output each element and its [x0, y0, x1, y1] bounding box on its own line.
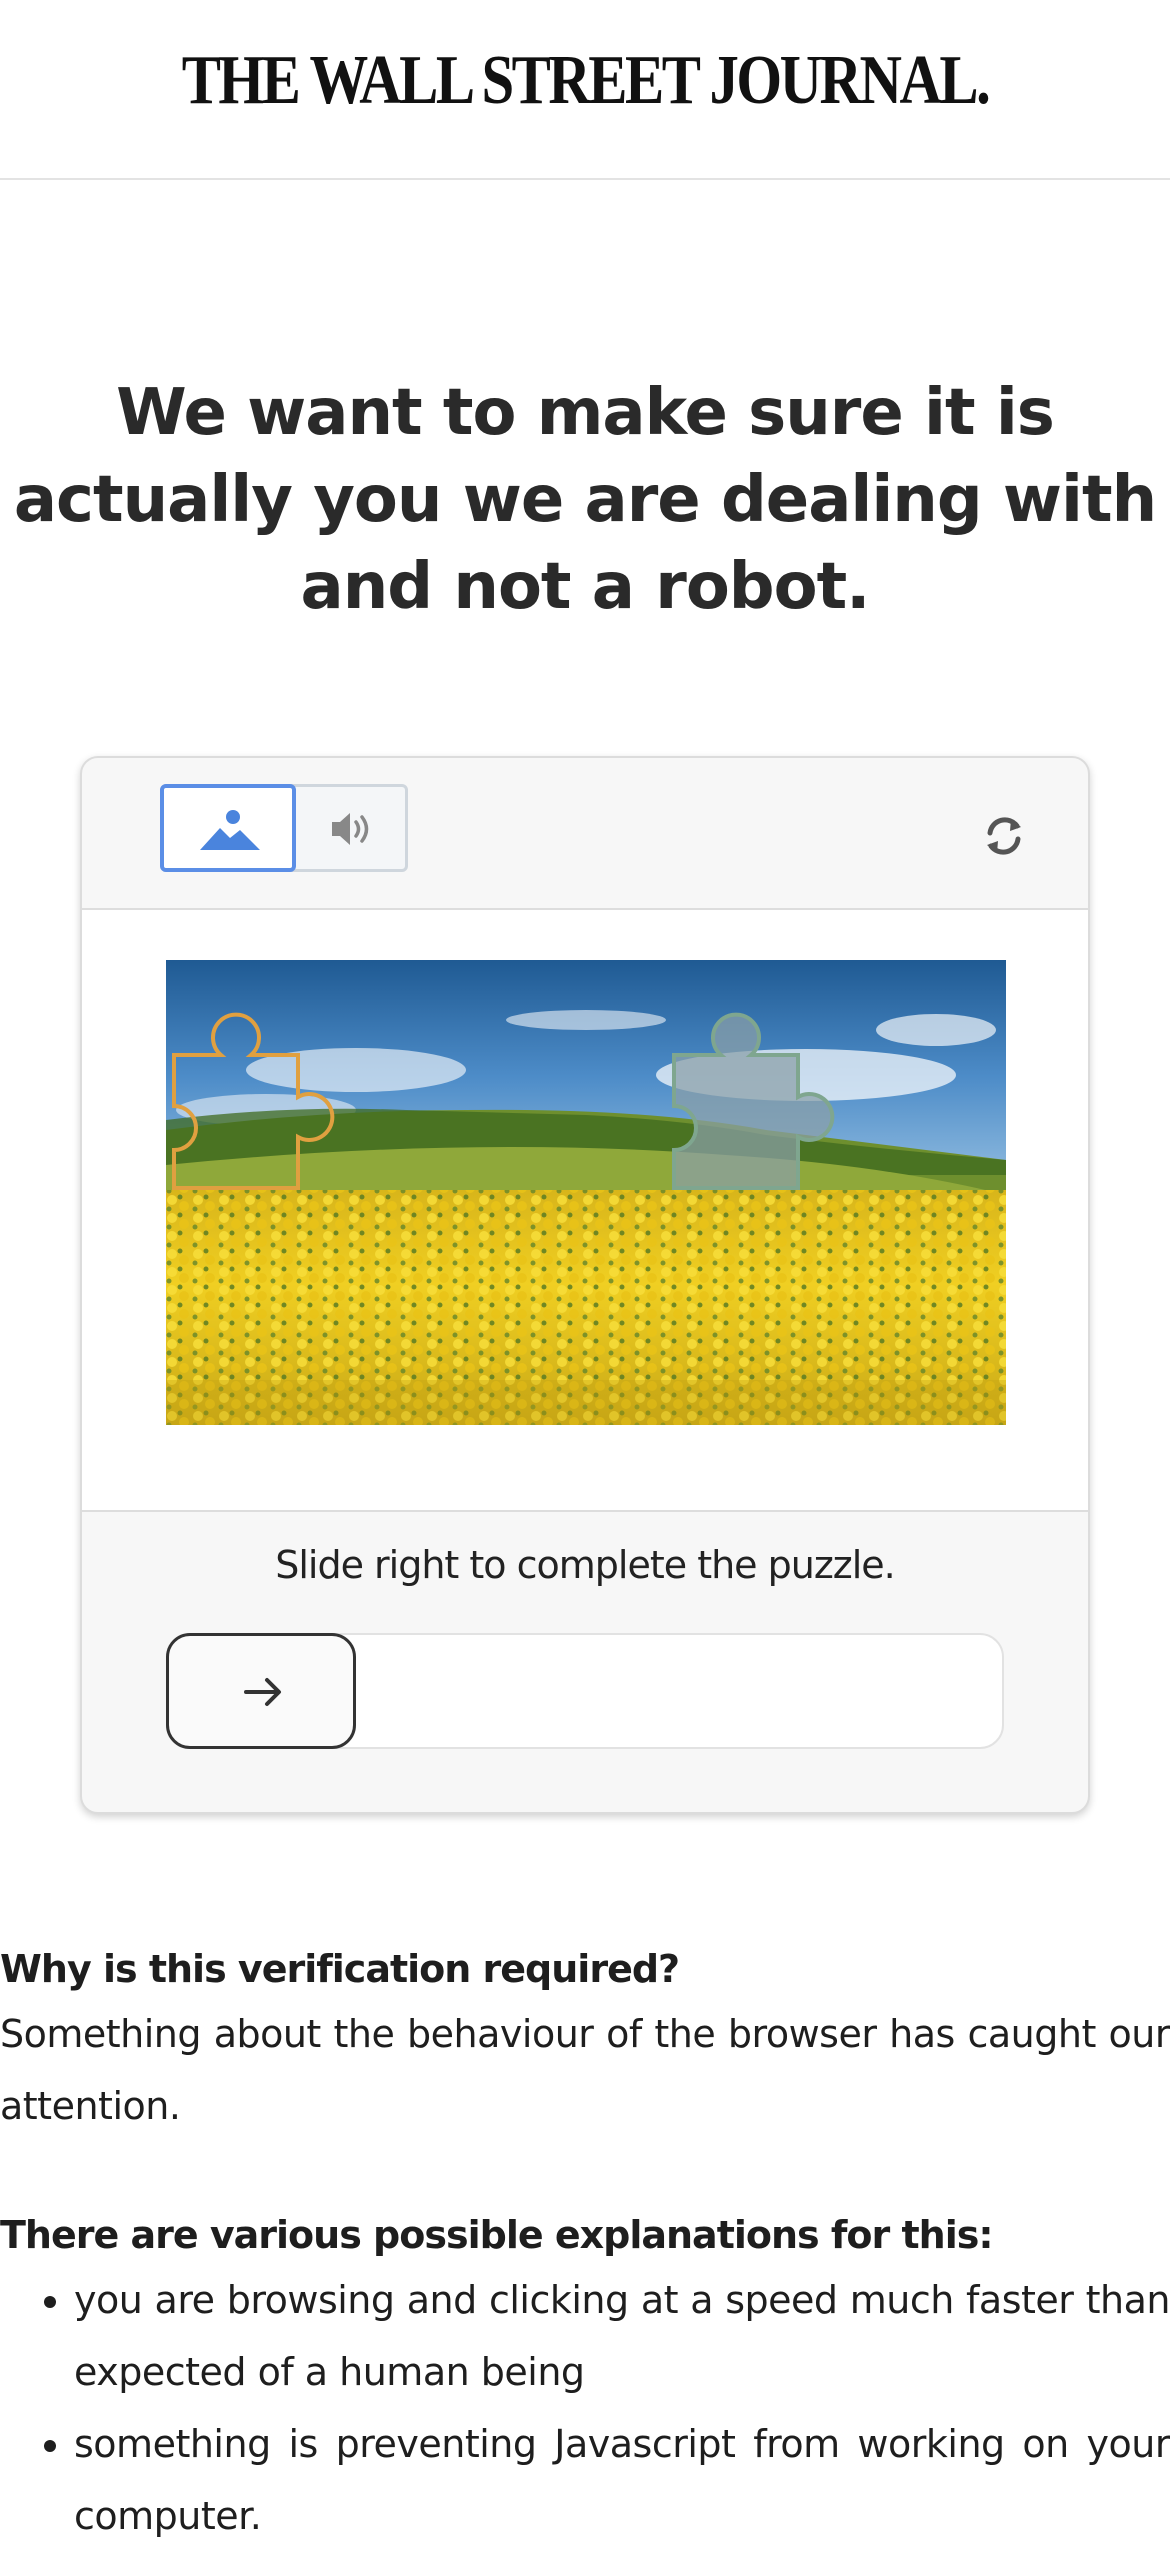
captcha-toolbar — [82, 758, 1088, 910]
captcha-widget: Slide right to complete the puzzle. — [80, 756, 1090, 1814]
wsj-logo: THE WALL STREET JOURNAL. — [181, 42, 991, 119]
explanations-heading: There are various possible explanations … — [0, 2213, 994, 2257]
list-item: you are browsing and clicking at a speed… — [74, 2264, 1170, 2408]
audio-mode-button[interactable] — [296, 787, 408, 869]
verification-info: Why is this verification required? Somet… — [0, 1940, 1170, 2552]
captcha-instruction: Slide right to complete the puzzle. — [275, 1543, 896, 1587]
refresh-icon — [987, 817, 1021, 855]
why-text: Something about the behaviour of the bro… — [0, 2012, 1170, 2128]
why-heading: Why is this verification required? — [0, 1947, 680, 1991]
explanations-list: you are browsing and clicking at a speed… — [0, 2264, 1170, 2552]
image-icon — [200, 810, 260, 850]
arrow-right-icon — [244, 1678, 281, 1706]
puzzle-image — [166, 960, 1006, 1425]
site-header: THE WALL STREET JOURNAL. — [0, 0, 1170, 180]
image-mode-button[interactable] — [160, 784, 296, 872]
slider-handle[interactable] — [166, 1633, 356, 1749]
speaker-icon — [332, 813, 369, 845]
page-title: We want to make sure it is actually you … — [13, 376, 1157, 624]
refresh-button[interactable] — [969, 801, 1039, 871]
captcha-image-area — [82, 910, 1088, 1512]
captcha-mode-selector — [160, 784, 408, 872]
slider-track[interactable] — [166, 1633, 1004, 1749]
list-item: something is preventing Javascript from … — [74, 2408, 1170, 2552]
